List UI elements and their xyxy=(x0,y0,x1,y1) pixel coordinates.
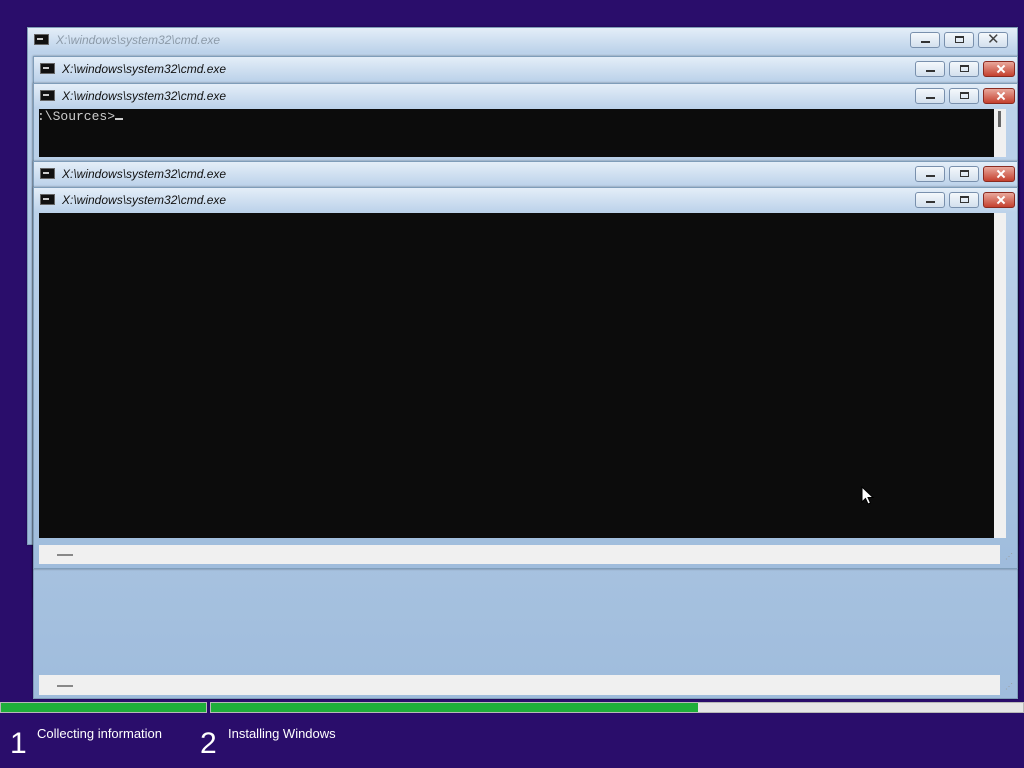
scroll-thumb[interactable] xyxy=(57,685,73,687)
maximize-button[interactable] xyxy=(949,192,979,208)
cmd-icon xyxy=(34,34,49,45)
window-title: X:\windows\system32\cmd.exe xyxy=(62,62,227,76)
step-2-progress-fill xyxy=(211,703,699,712)
resize-grip[interactable]: ⋰ xyxy=(1005,552,1013,561)
scroll-thumb[interactable] xyxy=(998,111,1001,127)
close-button[interactable] xyxy=(983,61,1015,77)
cmd-icon xyxy=(40,168,55,179)
close-button[interactable] xyxy=(983,166,1015,182)
window-title: X:\windows\system32\cmd.exe xyxy=(62,193,227,207)
vertical-scrollbar[interactable] xyxy=(994,109,1006,157)
minimize-button[interactable] xyxy=(910,32,940,48)
minimize-button[interactable] xyxy=(915,88,945,104)
minimize-button[interactable] xyxy=(915,166,945,182)
step-2-number: 2 xyxy=(200,727,217,760)
vertical-scrollbar[interactable] xyxy=(994,213,1006,538)
cmd-icon xyxy=(40,90,55,101)
maximize-button[interactable] xyxy=(944,32,974,48)
setup-progress-bar: 1 Collecting information 2 Installing Wi… xyxy=(0,700,1024,768)
step-1-progress xyxy=(0,702,207,713)
horizontal-scrollbar[interactable] xyxy=(39,545,1000,564)
step-2-label: Installing Windows xyxy=(228,726,336,741)
title-bar[interactable]: X:\windows\system32\cmd.exe xyxy=(34,57,1017,81)
console-area[interactable] xyxy=(39,213,994,538)
title-bar[interactable]: X:\windows\system32\cmd.exe xyxy=(34,188,1017,212)
maximize-button[interactable] xyxy=(949,61,979,77)
window-title: X:\windows\system32\cmd.exe xyxy=(62,167,227,181)
resize-grip[interactable]: ⋰ xyxy=(1005,682,1013,691)
console-output[interactable]: :\Sources> xyxy=(37,109,994,157)
cmd-icon xyxy=(40,194,55,205)
title-bar[interactable]: X:\windows\system32\cmd.exe xyxy=(34,84,1017,108)
text-cursor xyxy=(115,118,124,120)
maximize-button[interactable] xyxy=(949,166,979,182)
maximize-button[interactable] xyxy=(949,88,979,104)
title-bar[interactable]: X:\windows\system32\cmd.exe ✕ xyxy=(28,28,1017,52)
horizontal-scrollbar[interactable] xyxy=(39,675,1000,695)
cmd-window-5[interactable]: X:\windows\system32\cmd.exe ⋰ xyxy=(33,187,1018,569)
minimize-button[interactable] xyxy=(915,61,945,77)
close-button[interactable] xyxy=(983,88,1015,104)
command-prompt: :\Sources> xyxy=(37,109,116,124)
window-title: X:\windows\system32\cmd.exe xyxy=(62,89,227,103)
close-button[interactable]: ✕ xyxy=(978,31,1008,48)
mouse-pointer-icon xyxy=(861,486,875,505)
window-title: X:\windows\system32\cmd.exe xyxy=(56,33,221,47)
step-1-progress-fill xyxy=(1,703,206,712)
minimize-button[interactable] xyxy=(915,192,945,208)
close-button[interactable] xyxy=(983,192,1015,208)
step-2-progress xyxy=(210,702,1024,713)
scroll-thumb[interactable] xyxy=(57,554,73,556)
step-1-number: 1 xyxy=(10,727,27,760)
cmd-icon xyxy=(40,63,55,74)
step-1-label: Collecting information xyxy=(37,726,163,741)
title-bar[interactable]: X:\windows\system32\cmd.exe xyxy=(34,162,1017,186)
